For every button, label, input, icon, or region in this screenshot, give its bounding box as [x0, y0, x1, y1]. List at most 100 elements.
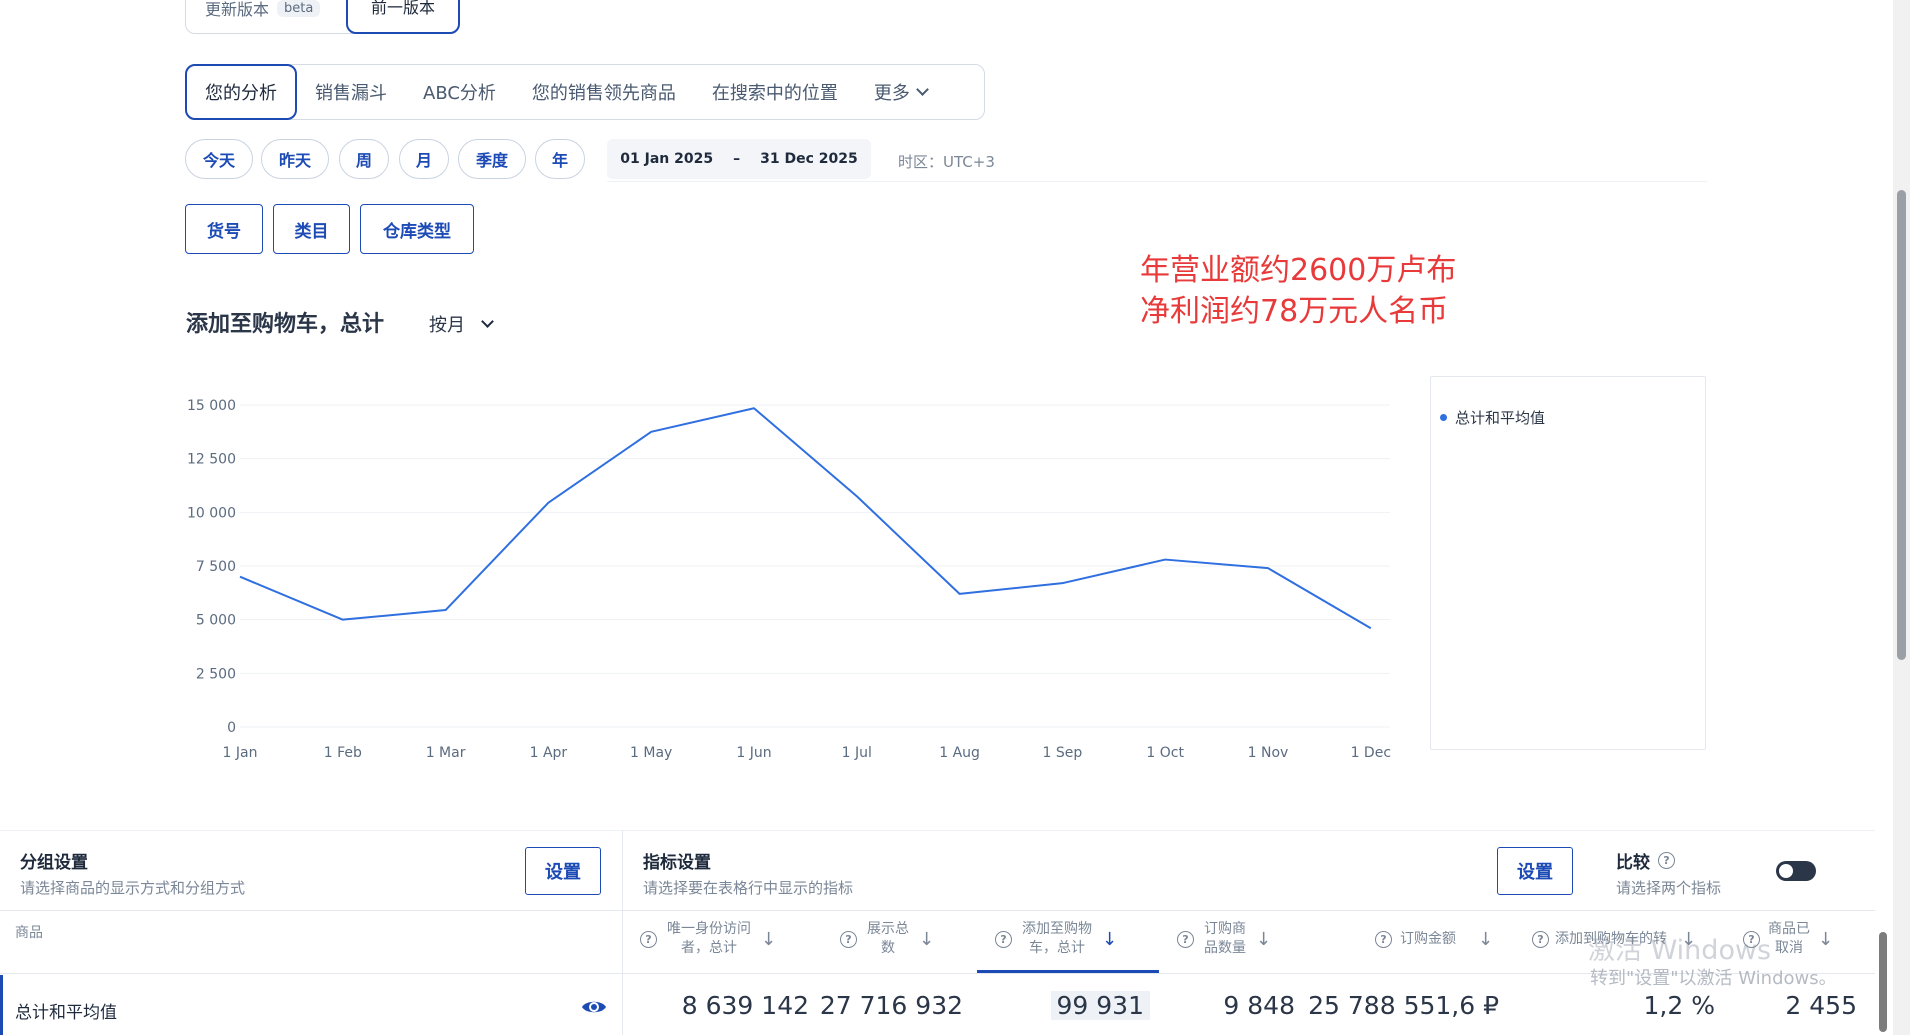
- tab-more[interactable]: 更多: [856, 65, 945, 119]
- granularity-label: 按月: [429, 315, 465, 336]
- y-tick-label: 5 000: [196, 613, 236, 629]
- legend-item[interactable]: 总计和平均值: [1440, 407, 1545, 428]
- value-unique-visitors: 8 639 142: [681, 991, 809, 1020]
- help-icon[interactable]: ?: [840, 930, 857, 948]
- value-add-to-cart: 99 931: [1050, 991, 1150, 1020]
- col-label: 车，总计: [1029, 940, 1085, 956]
- col-label: 展示总: [867, 921, 909, 937]
- period-month-button[interactable]: 月: [399, 139, 449, 179]
- col-impressions[interactable]: ? 展示总数 ↓: [840, 920, 970, 958]
- tab-sales-funnel[interactable]: 销售漏斗: [297, 65, 405, 119]
- x-tick-label: 1 Sep: [1043, 745, 1083, 761]
- grouping-title: 分组设置: [20, 853, 88, 873]
- grouping-settings: 分组设置 请选择商品的显示方式和分组方式: [20, 848, 245, 898]
- series-line[interactable]: [239, 407, 1372, 630]
- period-today-button[interactable]: 今天: [185, 139, 253, 179]
- compare-title: 比较: [1616, 853, 1650, 873]
- grouping-settings-button[interactable]: 设置: [525, 847, 601, 895]
- x-tick-label: 1 Jun: [736, 745, 771, 761]
- metrics-settings-button[interactable]: 设置: [1497, 847, 1573, 895]
- filter-sku-button[interactable]: 货号: [185, 204, 263, 254]
- col-label: 取消: [1775, 940, 1803, 956]
- y-tick-label: 10 000: [187, 505, 236, 521]
- date-end: 31 Dec 2025: [760, 151, 858, 167]
- col-unique-visitors[interactable]: ? 唯一身份访问 者，总计 ↓: [640, 920, 810, 958]
- annotation-line-2: 净利润约78万元人名币: [1140, 294, 1449, 329]
- col-label: 者，总计: [681, 940, 737, 956]
- period-week-button[interactable]: 周: [339, 139, 389, 179]
- version-new-button[interactable]: 更新版本 beta: [205, 0, 321, 20]
- annotation-line-1: 年营业额约2600万卢布: [1140, 253, 1457, 288]
- beta-badge: beta: [277, 0, 321, 17]
- divider: [607, 181, 1707, 182]
- y-tick-label: 15 000: [187, 398, 236, 414]
- chevron-down-icon: [481, 315, 494, 328]
- panel-divider: [0, 830, 1875, 831]
- granularity-dropdown[interactable]: 按月: [429, 311, 494, 337]
- period-yesterday-button[interactable]: 昨天: [261, 139, 329, 179]
- analysis-tabs: 您的分析 销售漏斗 ABC分析 您的销售领先商品 在搜索中的位置 更多: [185, 64, 985, 120]
- compare-toggle[interactable]: [1776, 861, 1816, 881]
- x-tick-label: 1 Apr: [530, 745, 568, 761]
- x-tick-label: 1 Oct: [1146, 745, 1184, 761]
- help-icon[interactable]: ?: [1375, 931, 1392, 948]
- x-tick-label: 1 Jul: [842, 745, 872, 761]
- period-year-button[interactable]: 年: [535, 139, 585, 179]
- sort-arrow-icon: ↓: [919, 928, 935, 950]
- tab-top-products[interactable]: 您的销售领先商品: [514, 65, 694, 119]
- totals-row-label: 总计和平均值: [15, 1003, 117, 1023]
- col-label: 订购金额: [1400, 931, 1456, 947]
- windows-watermark-subtitle: 转到"设置"以激活 Windows。: [1590, 968, 1837, 989]
- value-cancelled: 2 455: [1785, 991, 1857, 1020]
- timezone: 时区：UTC+3: [898, 151, 995, 172]
- help-icon[interactable]: ?: [1177, 930, 1194, 948]
- period-quarter-button[interactable]: 季度: [458, 139, 526, 179]
- help-icon[interactable]: ?: [995, 930, 1012, 948]
- value-impressions: 27 716 932: [819, 991, 963, 1020]
- tab-abc-analysis[interactable]: ABC分析: [405, 65, 514, 119]
- legend-dot: [1440, 414, 1447, 421]
- x-tick-label: 1 Dec: [1351, 745, 1391, 761]
- tab-more-label: 更多: [873, 83, 910, 104]
- chart-legend: [1430, 376, 1706, 750]
- value-cart-conversion: 1,2 %: [1643, 991, 1715, 1020]
- chart-title: 添加至购物车，总计: [186, 312, 385, 337]
- product-column-header: 商品: [15, 925, 43, 941]
- version-prev-button[interactable]: 前一版本: [346, 0, 460, 34]
- col-order-amount[interactable]: ? 订购金额 ↓: [1375, 930, 1505, 949]
- date-separator: –: [733, 151, 741, 167]
- page-scrollbar-thumb[interactable]: [1897, 190, 1906, 660]
- col-label: 唯一身份访问: [667, 921, 751, 937]
- chevron-down-icon: [916, 83, 929, 96]
- col-label: 品数量: [1204, 940, 1246, 956]
- x-tick-label: 1 Mar: [426, 745, 466, 761]
- eye-icon[interactable]: [581, 998, 607, 1016]
- grouping-subtitle: 请选择商品的显示方式和分组方式: [20, 879, 246, 897]
- col-label: 商品已: [1768, 921, 1810, 937]
- x-tick-label: 1 Aug: [939, 745, 980, 761]
- col-label: 数: [881, 940, 895, 956]
- version-new-label: 更新版本: [205, 0, 270, 19]
- sort-arrow-icon: ↓: [761, 928, 777, 950]
- col-add-to-cart[interactable]: ? 添加至购物 车，总计 ↓: [995, 920, 1145, 958]
- col-ordered-qty[interactable]: ? 订购商 品数量 ↓: [1177, 920, 1297, 958]
- tab-your-analysis[interactable]: 您的分析: [185, 64, 297, 120]
- x-tick-label: 1 May: [630, 745, 672, 761]
- table-scrollbar-thumb[interactable]: [1879, 932, 1887, 1032]
- y-tick-label: 2 500: [196, 666, 236, 682]
- compare-settings: 比较 ? 请选择两个指标: [1616, 848, 1721, 898]
- timezone-value: UTC+3: [943, 153, 995, 171]
- date-start: 01 Jan 2025: [620, 151, 714, 167]
- line-chart: 0 2 500 5 000 7 500 10 000 12 500 15 000 1 Jan…: [187, 398, 1391, 761]
- help-icon[interactable]: ?: [1532, 931, 1549, 948]
- help-icon[interactable]: ?: [1658, 852, 1675, 869]
- tab-search-position[interactable]: 在搜索中的位置: [694, 65, 856, 119]
- filter-category-button[interactable]: 类目: [273, 204, 350, 254]
- filter-warehouse-type-button[interactable]: 仓库类型: [360, 204, 474, 254]
- red-annotation: 年营业额约2600万卢布 净利润约78万元人名币: [1140, 250, 1456, 332]
- x-tick-label: 1 Feb: [324, 745, 362, 761]
- help-icon[interactable]: ?: [640, 930, 657, 948]
- compare-subtitle: 请选择两个指标: [1616, 879, 1722, 897]
- value-ordered-qty: 9 848: [1223, 991, 1295, 1020]
- date-range-picker[interactable]: 01 Jan 2025 – 31 Dec 2025: [607, 139, 871, 179]
